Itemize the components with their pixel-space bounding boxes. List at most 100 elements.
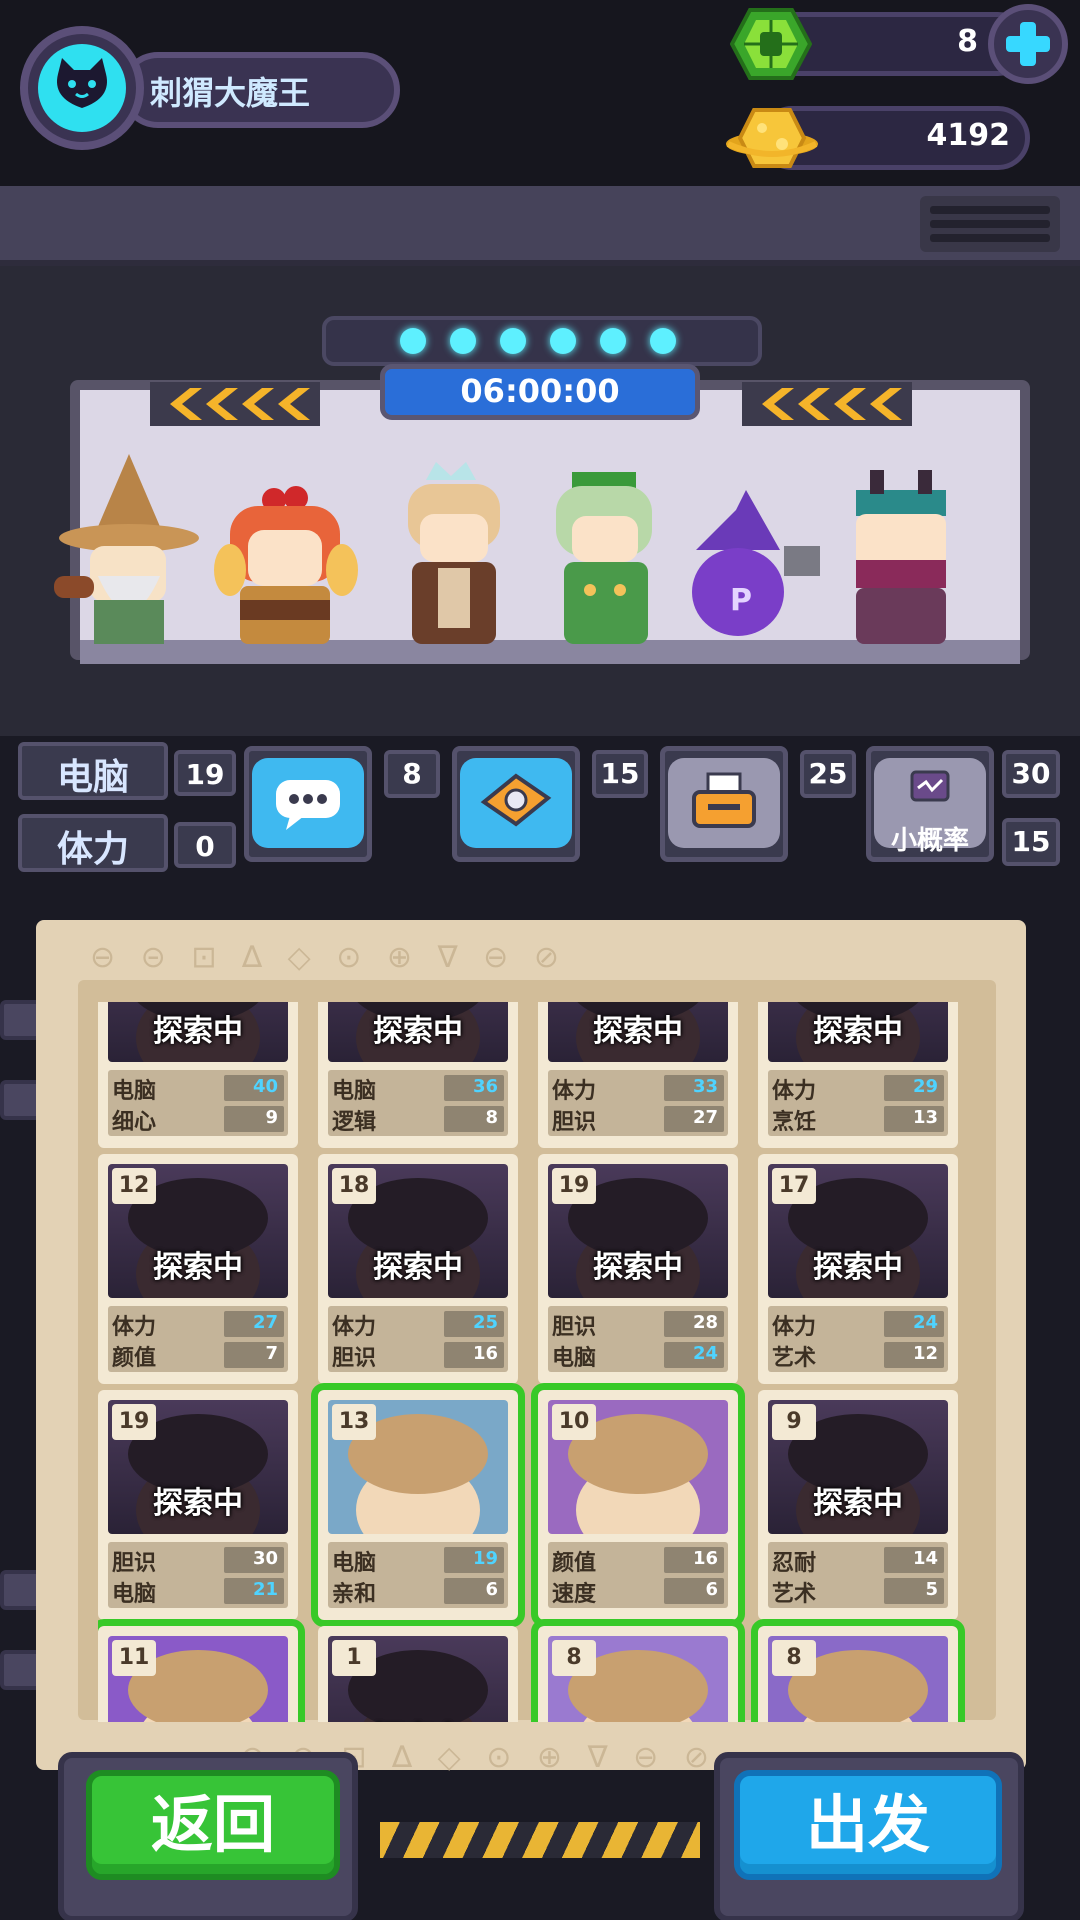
- back-button-label: 返回: [150, 1788, 275, 1861]
- stat-name: 电脑: [332, 1551, 377, 1576]
- character-card[interactable]: 18 探索中 体力 25 胆识 16: [318, 1154, 518, 1384]
- stat-line: 电脑 21: [108, 1576, 288, 1607]
- stat-line: 体力 33: [548, 1073, 728, 1104]
- stat-value: 28: [692, 1312, 718, 1333]
- character-card[interactable]: 11: [98, 1619, 305, 1722]
- stat-value: 19: [472, 1548, 498, 1569]
- character-stats: 电脑 19 亲和 6: [328, 1542, 508, 1608]
- character-card[interactable]: 8: [751, 1619, 965, 1722]
- character-card[interactable]: 探索中 体力 33 胆识 27: [538, 1002, 738, 1148]
- stat-line: 体力 25: [328, 1309, 508, 1340]
- stat-value: 21: [252, 1579, 278, 1600]
- stat-value: 8: [485, 1107, 498, 1128]
- character-stats: 电脑 40 细心 9: [108, 1070, 288, 1136]
- exploring-status: 探索中: [153, 1250, 243, 1285]
- stat-line: 胆识 16: [328, 1340, 508, 1371]
- character-card[interactable]: 13 电脑 19 亲和 6: [311, 1383, 525, 1627]
- stat-name: 亲和: [332, 1582, 377, 1607]
- character-stats: 电脑 36 逻辑 8: [328, 1070, 508, 1136]
- exploring-status: 探索中: [593, 1250, 683, 1285]
- indicator-light: [550, 328, 576, 354]
- stat-line: 颜值 16: [548, 1545, 728, 1576]
- character-level: 10: [552, 1404, 596, 1440]
- coin-count: 4192: [926, 118, 1011, 153]
- character-card[interactable]: 探索中 体力 29 烹饪 13: [758, 1002, 958, 1148]
- exploring-status: 探索中: [373, 1014, 463, 1049]
- stat-value: 24: [692, 1343, 718, 1364]
- player-name: 刺猬大魔王: [150, 74, 311, 112]
- chevron-left-arrows-icon: [742, 382, 912, 426]
- stat-name: 胆识: [552, 1315, 597, 1340]
- depart-button[interactable]: 出发: [734, 1770, 1002, 1880]
- exploring-status: 探索中: [153, 1014, 243, 1049]
- stat-value: 16: [692, 1548, 718, 1569]
- cat-face-icon: [57, 58, 107, 108]
- stat-name: 胆识: [112, 1551, 157, 1576]
- purple-wizard-character: P: [692, 490, 820, 636]
- character-level: 11: [112, 1640, 156, 1676]
- character-level: 9: [772, 1404, 816, 1440]
- character-stats: 胆识 30 电脑 21: [108, 1542, 288, 1608]
- exploring-status: 探索中: [593, 1014, 683, 1049]
- vent-grille: [920, 196, 1060, 252]
- gem-count: 8: [957, 24, 978, 59]
- stat-line: 胆识 30: [108, 1545, 288, 1576]
- character-card[interactable]: 19 探索中 胆识 28 电脑 24: [538, 1154, 738, 1384]
- indicator-light: [450, 328, 476, 354]
- character-card[interactable]: 10 颜值 16 速度 6: [531, 1383, 745, 1627]
- character-card[interactable]: 1 探索中: [318, 1626, 518, 1722]
- stat-name: 逻辑: [332, 1110, 377, 1135]
- character-card[interactable]: 探索中 电脑 36 逻辑 8: [318, 1002, 518, 1148]
- stat-name: 颜值: [112, 1346, 157, 1371]
- slot-printer-count: 25: [808, 757, 848, 790]
- stat-name: 颜值: [552, 1551, 597, 1576]
- stat-value: 12: [912, 1343, 938, 1364]
- cake-girl-character: [214, 486, 358, 644]
- plus-icon: [1006, 22, 1050, 66]
- stat-value: 5: [925, 1579, 938, 1600]
- stat-line: 忍耐 14: [768, 1545, 948, 1576]
- stat-name: 忍耐: [772, 1551, 817, 1576]
- indicator-light: [500, 328, 526, 354]
- character-grid[interactable]: 探索中 电脑 40 细心 9 探索中 电脑 36 逻辑 8 探索中 体力 33 胆识 27 探索中 体力 29 烹饪…: [98, 1002, 978, 1722]
- character-stats: 体力 25 胆识 16: [328, 1306, 508, 1372]
- stat-line: 亲和 6: [328, 1576, 508, 1607]
- character-card[interactable]: 17 探索中 体力 24 艺术 12: [758, 1154, 958, 1384]
- stat-line: 速度 6: [548, 1576, 728, 1607]
- stat-line: 烹饪 13: [768, 1104, 948, 1135]
- character-card[interactable]: 19 探索中 胆识 30 电脑 21: [98, 1390, 298, 1620]
- stat-value: 13: [912, 1107, 938, 1128]
- stat-value: 24: [912, 1312, 938, 1333]
- character-card[interactable]: 9 探索中 忍耐 14 艺术 5: [758, 1390, 958, 1620]
- indicator-lights-bar: [322, 316, 762, 366]
- stat-value: 27: [692, 1107, 718, 1128]
- depart-button-label: 出发: [805, 1788, 930, 1861]
- stat-name: 体力: [112, 1315, 157, 1340]
- stat-name: 艺术: [772, 1346, 817, 1371]
- character-level: 19: [552, 1168, 596, 1204]
- chat-bubble-icon: [252, 758, 364, 848]
- stat-name: 细心: [112, 1110, 157, 1135]
- low-probability-label: 小概率: [890, 826, 969, 856]
- character-card[interactable]: 12 探索中体力 27 颜值 7: [98, 1154, 298, 1384]
- character-card[interactable]: 8: [531, 1619, 745, 1722]
- stat-line: 艺术 12: [768, 1340, 948, 1371]
- stat-line: 电脑 40: [108, 1073, 288, 1104]
- character-level: 12: [112, 1168, 156, 1204]
- wizard-character: [54, 454, 199, 644]
- stat-value: 30: [252, 1548, 278, 1569]
- green-chip-gem-icon: [730, 8, 812, 80]
- character-card[interactable]: 探索中电脑 40 细心 9: [98, 1002, 298, 1148]
- stat-value: 40: [252, 1076, 278, 1097]
- stat-line: 艺术 5: [768, 1576, 948, 1607]
- printer-icon: [668, 758, 780, 848]
- back-button[interactable]: 返回: [86, 1770, 340, 1880]
- stat-name: 体力: [772, 1315, 817, 1340]
- slot-monitor-count-secondary: 15: [1011, 825, 1051, 858]
- requirement-computer-value: 19: [185, 758, 225, 791]
- prince-character: [408, 462, 500, 644]
- requirement-stamina-label: 体力: [56, 829, 129, 870]
- stat-value: 9: [265, 1107, 278, 1128]
- character-stats: 体力 27 颜值 7: [108, 1306, 288, 1372]
- stat-name: 电脑: [112, 1582, 157, 1607]
